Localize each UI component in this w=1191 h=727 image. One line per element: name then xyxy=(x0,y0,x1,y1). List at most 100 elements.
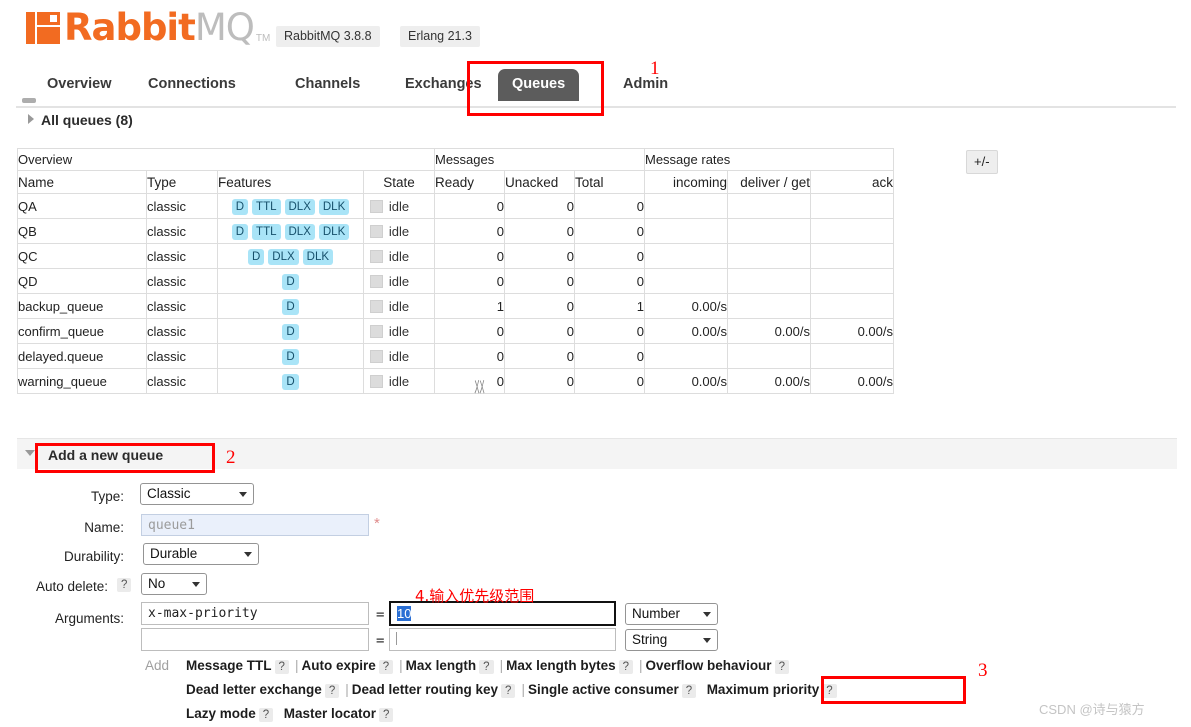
queue-incoming-rate-cell xyxy=(644,343,728,369)
column-header-incoming[interactable]: incoming xyxy=(644,170,728,194)
durability-select[interactable]: Durable xyxy=(143,543,259,565)
argument-preset-link[interactable]: Auto expire xyxy=(301,658,375,673)
queue-name-cell[interactable]: warning_queue xyxy=(17,368,147,394)
type-select-value: Classic xyxy=(147,486,191,501)
table-row[interactable]: backup_queue classic Didle 1 0 1 0.00/s xyxy=(17,293,894,319)
help-icon[interactable]: ? xyxy=(378,660,394,674)
state-indicator-icon xyxy=(370,375,383,388)
queue-state-cell: idle xyxy=(363,268,435,294)
queue-type-cell: classic xyxy=(146,218,218,244)
argument-value-input-2[interactable] xyxy=(389,628,616,651)
tab-exchanges[interactable]: Exchanges xyxy=(391,69,496,101)
queue-name-input[interactable]: queue1 xyxy=(141,514,369,536)
argument-preset-link[interactable]: Overflow behaviour xyxy=(646,658,772,673)
help-icon[interactable]: ? xyxy=(258,708,274,722)
queue-deliver-get-rate-cell: 0.00/s xyxy=(727,368,811,394)
table-row[interactable]: QB classic D TTL DLX DLK idle 0 0 0 xyxy=(17,218,894,244)
argument-preset-link[interactable]: Message TTL xyxy=(186,658,272,673)
scroll-indicator[interactable] xyxy=(22,98,36,103)
label-type: Type: xyxy=(90,489,124,504)
argument-preset-link[interactable]: Max length xyxy=(406,658,477,673)
help-icon[interactable]: ? xyxy=(618,660,634,674)
tab-channels[interactable]: Channels xyxy=(281,69,374,101)
queue-name-cell[interactable]: QA xyxy=(17,193,147,219)
column-header-name[interactable]: Name xyxy=(17,170,147,194)
help-icon[interactable]: ? xyxy=(378,708,394,722)
chevron-down-icon[interactable] xyxy=(25,450,35,456)
state-label: idle xyxy=(388,248,410,264)
argument-preset-link[interactable]: Maximum priority xyxy=(707,682,820,697)
queue-features-cell: D xyxy=(217,318,364,344)
annotation-number-3: 3 xyxy=(978,660,988,681)
tab-connections[interactable]: Connections xyxy=(134,69,250,101)
help-icon[interactable]: ? xyxy=(681,684,697,698)
table-row[interactable]: warning_queue classic Didle 0 0 0 0.00/s 0.00/s… xyxy=(17,368,894,394)
column-header-state[interactable]: State xyxy=(363,170,435,194)
argument-key-input-1[interactable]: x-max-priority xyxy=(141,602,369,625)
tab-overview[interactable]: Overview xyxy=(33,69,126,101)
table-row[interactable]: QA classic D TTL DLX DLK idle 0 0 0 xyxy=(17,193,894,219)
chevron-right-icon xyxy=(28,114,34,124)
help-icon[interactable]: ? xyxy=(774,660,789,674)
state-label: idle xyxy=(388,223,410,239)
auto-delete-select[interactable]: No xyxy=(141,573,207,595)
add-a-new-queue-title[interactable]: Add a new queue xyxy=(48,447,163,463)
argument-preset-link[interactable]: Lazy mode xyxy=(186,706,256,721)
argument-preset-link[interactable]: Single active consumer xyxy=(528,682,679,697)
argument-preset-link[interactable]: Dead letter routing key xyxy=(352,682,498,697)
queue-total-cell: 0 xyxy=(574,193,645,219)
argument-type-2-value: String xyxy=(632,632,668,647)
column-header-type[interactable]: Type xyxy=(146,170,218,194)
queues-table-body: QA classic D TTL DLX DLK idle 0 0 0 QB classic D TTL D… xyxy=(17,193,894,394)
queue-deliver-get-rate-cell xyxy=(727,218,811,244)
help-icon[interactable]: ? xyxy=(324,684,340,698)
auto-delete-help-icon[interactable]: ? xyxy=(117,578,132,592)
feature-badge: DLX xyxy=(284,198,315,215)
column-header-total[interactable]: Total xyxy=(574,170,645,194)
argument-preset-link[interactable]: Max length bytes xyxy=(506,658,616,673)
argument-value-input-1[interactable]: 10 xyxy=(389,601,616,626)
feature-badge: DLK xyxy=(302,248,334,265)
queue-name-cell[interactable]: confirm_queue xyxy=(17,318,147,344)
state-label: idle xyxy=(388,273,410,289)
queue-name-cell[interactable]: QD xyxy=(17,268,147,294)
feature-badge: D xyxy=(282,273,299,290)
queue-name-cell[interactable]: QB xyxy=(17,218,147,244)
queue-incoming-rate-cell xyxy=(644,243,728,269)
help-icon[interactable]: ? xyxy=(479,660,494,674)
queue-name-cell[interactable]: delayed.queue xyxy=(17,343,147,369)
argument-type-select-2[interactable]: String xyxy=(625,629,718,651)
argument-value-1-text: 10 xyxy=(397,606,412,621)
help-icon[interactable]: ? xyxy=(822,684,837,698)
table-row[interactable]: delayed.queue classic Didle 0 0 0 xyxy=(17,343,894,369)
help-icon[interactable]: ? xyxy=(501,684,516,698)
column-header-deliver-get[interactable]: deliver / get xyxy=(727,170,811,194)
tab-queues[interactable]: Queues xyxy=(498,69,580,101)
argument-preset-link[interactable]: Master locator xyxy=(284,706,376,721)
chevron-down-icon xyxy=(192,582,200,587)
queue-state-cell: idle xyxy=(363,193,435,219)
queue-features-cell: D xyxy=(217,268,364,294)
queue-ack-rate-cell xyxy=(810,293,894,319)
queue-unacked-cell: 0 xyxy=(504,268,575,294)
all-queues-expander[interactable]: All queues (8) xyxy=(28,112,133,128)
argument-type-select-1[interactable]: Number xyxy=(625,603,718,625)
column-header-unacked[interactable]: Unacked xyxy=(504,170,575,194)
argument-preset-link[interactable]: Dead letter exchange xyxy=(186,682,322,697)
argument-key-input-2[interactable] xyxy=(141,628,369,651)
table-row[interactable]: QC classic D DLX DLK idle 0 0 0 xyxy=(17,243,894,269)
column-header-ack[interactable]: ack xyxy=(810,170,894,194)
queue-state-cell: idle xyxy=(363,343,435,369)
table-row[interactable]: QD classic Didle 0 0 0 xyxy=(17,268,894,294)
queue-name-cell[interactable]: backup_queue xyxy=(17,293,147,319)
column-header-ready[interactable]: Ready xyxy=(434,170,505,194)
state-label: idle xyxy=(388,373,410,389)
column-toggle-button[interactable]: +/- xyxy=(966,150,998,174)
type-select[interactable]: Classic xyxy=(140,483,254,505)
table-row[interactable]: confirm_queue classic Didle 0 0 0 0.00/s 0.00/s… xyxy=(17,318,894,344)
help-icon[interactable]: ? xyxy=(274,660,289,674)
tab-admin[interactable]: Admin xyxy=(609,69,682,101)
queue-features-cell: D DLX DLK xyxy=(217,243,364,269)
queue-name-cell[interactable]: QC xyxy=(17,243,147,269)
queue-ready-cell: 0 xyxy=(434,368,505,394)
